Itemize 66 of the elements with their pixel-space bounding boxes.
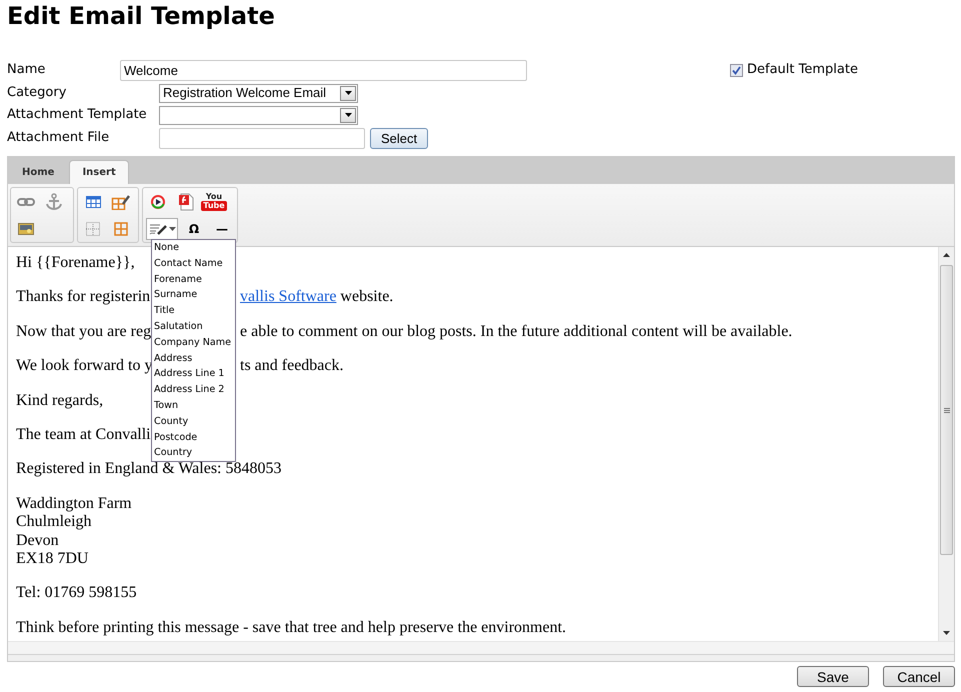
link-icon [17,196,35,206]
anchor-icon [46,192,62,210]
select-button[interactable]: Select [370,128,428,148]
attachment-file-field[interactable] [159,128,365,148]
editor-tab[interactable]: Home [9,160,68,184]
address-line: Chulmleigh [16,513,93,532]
scroll-down-icon[interactable] [943,631,950,635]
menu-item[interactable]: Address Line 2 [154,382,233,398]
editor-tab[interactable]: Insert [69,160,129,184]
menu-item[interactable]: Salutation [154,318,233,335]
symbol-button[interactable]: — [210,218,234,240]
menu-item[interactable]: Town [154,398,233,414]
media-icon [151,194,165,208]
menu-item[interactable]: Address [154,350,233,366]
menu-item[interactable]: Surname [154,287,233,304]
scroll-up-icon[interactable] [943,253,950,257]
address-line: EX18 7DU [16,550,90,568]
menu-item[interactable]: Address Line 1 [154,366,233,382]
address-line: Waddington Farm [16,494,132,514]
menu-item[interactable]: Title [154,303,233,319]
editor-text: e able to comment on our blog posts. In the future additional content will be available. [240,322,792,342]
table-pencil-icon [111,194,131,210]
scrollbar-thumb[interactable] [940,265,953,555]
menu-item[interactable]: Postcode [154,430,233,446]
editor-text: Now that you are reg [16,322,152,340]
default-template-checkbox[interactable]: Default Template [730,60,858,80]
editor-text: Thanks for registerin [16,288,150,306]
page-title: Edit Email Template [7,1,276,32]
footer-button[interactable]: Save [797,666,869,687]
editor-text: website. [340,288,394,307]
attachment-template-select[interactable] [159,106,358,124]
dotted-grid-icon [86,222,100,236]
symbol-button[interactable]: Ω [182,218,206,240]
editor-paragraph: Registered in England & Wales: 5848053 [16,460,282,479]
category-select[interactable]: Registration Welcome Email [159,84,358,102]
editor-paragraph: Hi {{Forename}}, [16,254,135,272]
pen-icon [148,222,168,236]
checkmark-icon [732,66,741,74]
menu-item[interactable]: County [154,414,233,430]
menu-item[interactable]: Contact Name [154,256,233,272]
editor-paragraph: Tel: 01769 598155 [16,584,137,603]
editor-text: ts and feedback. [240,357,344,376]
image-icon [18,222,34,234]
field-label: Attachment File [7,129,110,148]
name-field[interactable]: Welcome [120,60,527,80]
flash-document-icon [178,192,194,210]
menu-item[interactable]: Company Name [154,334,233,351]
resize-handle[interactable] [8,654,954,661]
caret-icon [168,226,176,230]
horizontal-scrollbar[interactable] [8,641,954,654]
video-logo-button[interactable]: You Tube [202,190,226,212]
grid-icon [114,222,128,236]
editor-paragraph: The team at Convalli [16,426,151,444]
editor-paragraph: Kind regards, [16,392,104,410]
website-link[interactable]: vallis Software [240,288,336,307]
field-label: Attachment Template [7,106,148,124]
footer-button[interactable]: Cancel [883,666,955,687]
menu-item[interactable]: Country [154,445,233,462]
table-icon [86,196,100,208]
menu-item[interactable]: Forename [154,272,233,288]
insert-field-button[interactable] [146,218,178,240]
address-line: Devon [16,532,60,550]
menu-item[interactable]: None [154,240,233,256]
editor-paragraph: Think before printing this message - save that tree and help preserve the environment. [16,618,566,638]
field-label: Name [7,61,46,80]
field-label: Category [7,84,68,102]
